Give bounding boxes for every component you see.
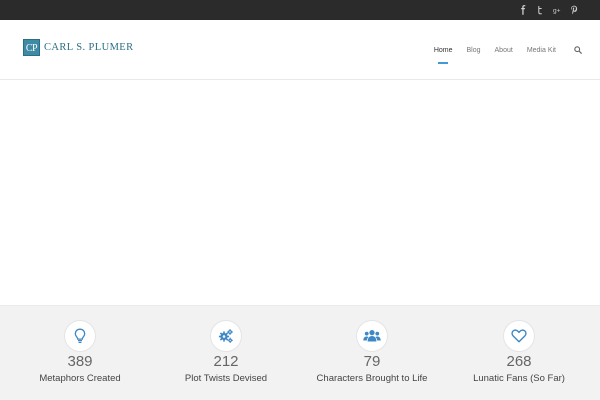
hero-area [0,81,600,305]
google-plus-icon[interactable]: g+ [553,5,561,15]
social-links: g+ [519,0,578,20]
stat-fans: 268 Lunatic Fans (So Far) [444,306,594,400]
stat-metaphors: 389 Metaphors Created [5,306,155,400]
site-header: CP CARL S. PLUMER Home Blog About Media … [0,20,600,80]
users-icon [356,320,388,352]
stat-label: Characters Brought to Life [316,373,428,384]
stat-value: 212 [213,353,239,370]
nav-blog[interactable]: Blog [467,20,481,80]
stat-value: 79 [363,353,381,370]
main-nav: Home Blog About Media Kit [434,20,600,80]
stat-label: Metaphors Created [39,373,121,384]
search-icon[interactable] [574,46,582,54]
stat-plot-twists: 212 Plot Twists Devised [151,306,301,400]
site-logo[interactable]: CP CARL S. PLUMER [23,39,134,56]
stat-value: 268 [506,353,532,370]
top-bar: g+ [0,0,600,20]
facebook-icon[interactable] [519,5,527,15]
gears-icon [210,320,242,352]
stat-value: 389 [67,353,93,370]
stat-label: Lunatic Fans (So Far) [473,373,565,384]
logo-text: CARL S. PLUMER [44,42,134,53]
nav-home[interactable]: Home [434,20,453,80]
svg-text:g+: g+ [553,8,561,15]
stat-characters: 79 Characters Brought to Life [297,306,447,400]
nav-about[interactable]: About [495,20,513,80]
stats-section: 389 Metaphors Created 212 Plot Twists De… [0,305,600,400]
logo-mark: CP [23,39,40,56]
heart-icon [503,320,535,352]
pinterest-icon[interactable] [570,5,578,15]
nav-media-kit[interactable]: Media Kit [527,20,556,80]
twitter-icon[interactable] [536,5,544,15]
lightbulb-icon [64,320,96,352]
stat-label: Plot Twists Devised [184,373,268,384]
